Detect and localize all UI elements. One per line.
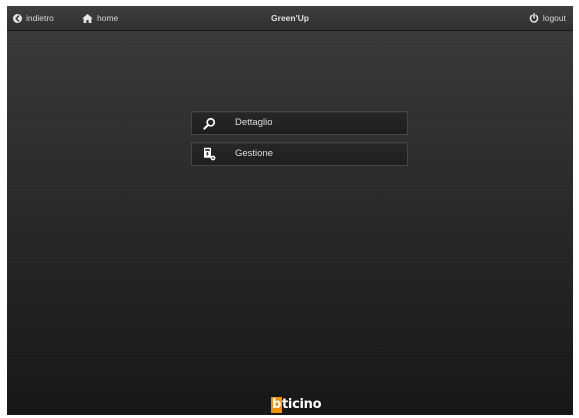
app-screen: indietro home Green'Up logout Dettaglio … — [7, 6, 573, 415]
bticino-logo: bticino — [271, 397, 322, 413]
logout-label: logout — [542, 13, 566, 23]
power-icon — [529, 13, 539, 23]
home-label: home — [97, 13, 119, 23]
top-bar: indietro home Green'Up logout — [7, 6, 573, 31]
logout-button[interactable]: logout — [529, 6, 566, 30]
menu-item-label: Dettaglio — [235, 117, 273, 128]
menu-item-gestione[interactable]: Gestione — [191, 142, 408, 166]
menu-item-label: Gestione — [235, 148, 274, 159]
main-menu: Dettaglio Gestione — [191, 111, 408, 173]
back-label: indietro — [26, 13, 54, 23]
home-icon — [82, 13, 93, 23]
back-arrow-icon — [13, 13, 22, 23]
back-button[interactable]: indietro — [13, 6, 54, 30]
home-button[interactable]: home — [82, 6, 118, 30]
search-icon — [202, 116, 216, 130]
meter-settings-icon — [202, 147, 216, 161]
menu-item-dettaglio[interactable]: Dettaglio — [191, 111, 408, 135]
